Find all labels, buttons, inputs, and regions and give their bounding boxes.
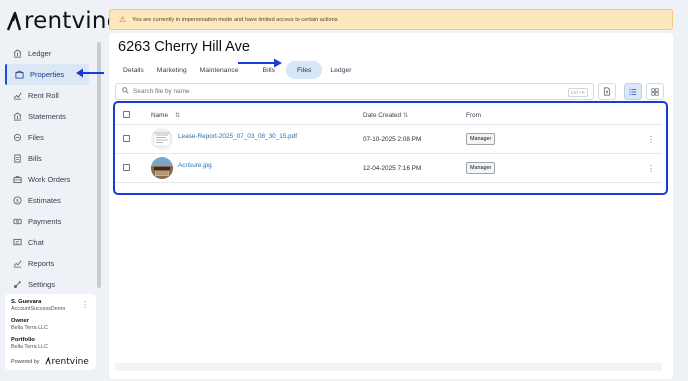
user-account: AccountSuccessDemo [11,306,66,312]
sidebar-item-label: Payments [28,217,62,226]
owner-value: Bella Terra LLC [11,325,49,331]
horizontal-scrollbar[interactable] [115,363,662,371]
sidebar-item-ledger[interactable]: Ledger [5,43,101,64]
list-view-button[interactable] [624,83,642,100]
property-panel: 6263 Cherry Hill Ave Details Marketing M… [109,33,673,379]
more-options-icon[interactable]: ⋮ [81,300,89,309]
sidebar-item-label: Statements [28,112,66,121]
upload-file-button[interactable] [598,83,616,100]
sidebar-item-files[interactable]: Files [5,127,101,148]
sidebar-item-label: Ledger [28,49,52,58]
payments-icon [12,217,22,227]
brand-name: rentvine [24,8,122,34]
shortcut-hint: Ctrl +K [567,88,588,97]
sidebar-item-label: Properties [30,70,65,79]
sidebar-item-label: Files [28,133,44,142]
powered-by-logo: rentvine [45,356,89,367]
powered-by-label: Powered by [11,359,40,365]
sidebar-item-chat[interactable]: Chat [5,232,101,253]
owner-label: Owner [11,318,30,324]
dollar-icon: $ [12,196,22,206]
tab-details[interactable]: Details [118,61,149,79]
sidebar-nav: Ledger Properties Rent Roll Statements F… [5,43,101,295]
sidebar-item-label: Settings [28,280,56,289]
search-bar: Ctrl +K [115,83,594,100]
grid-icon [651,87,659,96]
arrow-to-files-tab-icon [238,58,282,68]
search-icon [122,87,129,96]
list-icon [629,88,637,95]
sidebar-item-statements[interactable]: Statements [5,106,101,127]
portfolio-label: Portfolio [11,337,35,343]
sidebar-item-label: Rent Roll [28,91,59,100]
user-card: ⋮ S. Guevara AccountSuccessDemo Owner Be… [5,294,96,370]
portfolio-value: Bella Terra LLC [11,344,49,350]
sidebar-item-payments[interactable]: Payments [5,211,101,232]
sidebar-item-label: Work Orders [28,175,71,184]
bank-icon [12,49,22,59]
sidebar-item-label: Bills [28,154,42,163]
banner-text: You are currently in impersonation mode … [132,16,338,23]
receipt-icon [12,154,22,164]
search-input[interactable] [133,88,553,95]
sidebar-item-rent-roll[interactable]: Rent Roll [5,85,101,106]
reports-icon [12,259,22,269]
rentvine-logo[interactable]: rentvine [6,8,121,34]
sidebar-item-label: Chat [28,238,44,247]
sidebar-item-work-orders[interactable]: Work Orders [5,169,101,190]
chat-icon [12,238,22,248]
warning-icon: ⚠ [119,15,127,24]
rentvine-logo-icon [6,11,22,31]
grid-view-button[interactable] [646,83,664,100]
powered-by-brand: rentvine [51,357,89,367]
svg-text:$: $ [15,198,18,204]
chart-icon [12,91,22,101]
table-highlight-box [113,101,668,195]
sidebar-item-label: Estimates [28,196,61,205]
bank-icon [12,112,22,122]
files-icon [12,133,22,143]
sidebar-item-bills[interactable]: Bills [5,148,101,169]
user-name: S. Guevara [11,299,42,305]
sidebar-item-reports[interactable]: Reports [5,253,101,274]
arrow-to-properties-icon [76,68,104,78]
building-icon [14,70,24,80]
powered-by: Powered by rentvine [11,356,90,367]
sidebar-item-label: Reports [28,259,55,268]
sidebar-item-settings[interactable]: Settings [5,274,101,295]
toolbox-icon [12,175,22,185]
tab-ledger[interactable]: Ledger [325,61,356,79]
sidebar-item-estimates[interactable]: $ Estimates [5,190,101,211]
file-upload-icon [603,87,611,96]
impersonation-banner: ⚠ You are currently in impersonation mod… [109,9,673,30]
tab-marketing[interactable]: Marketing [152,61,192,79]
settings-icon [12,280,22,290]
page-title: 6263 Cherry Hill Ave [118,39,250,55]
tab-files[interactable]: Files [286,61,323,79]
